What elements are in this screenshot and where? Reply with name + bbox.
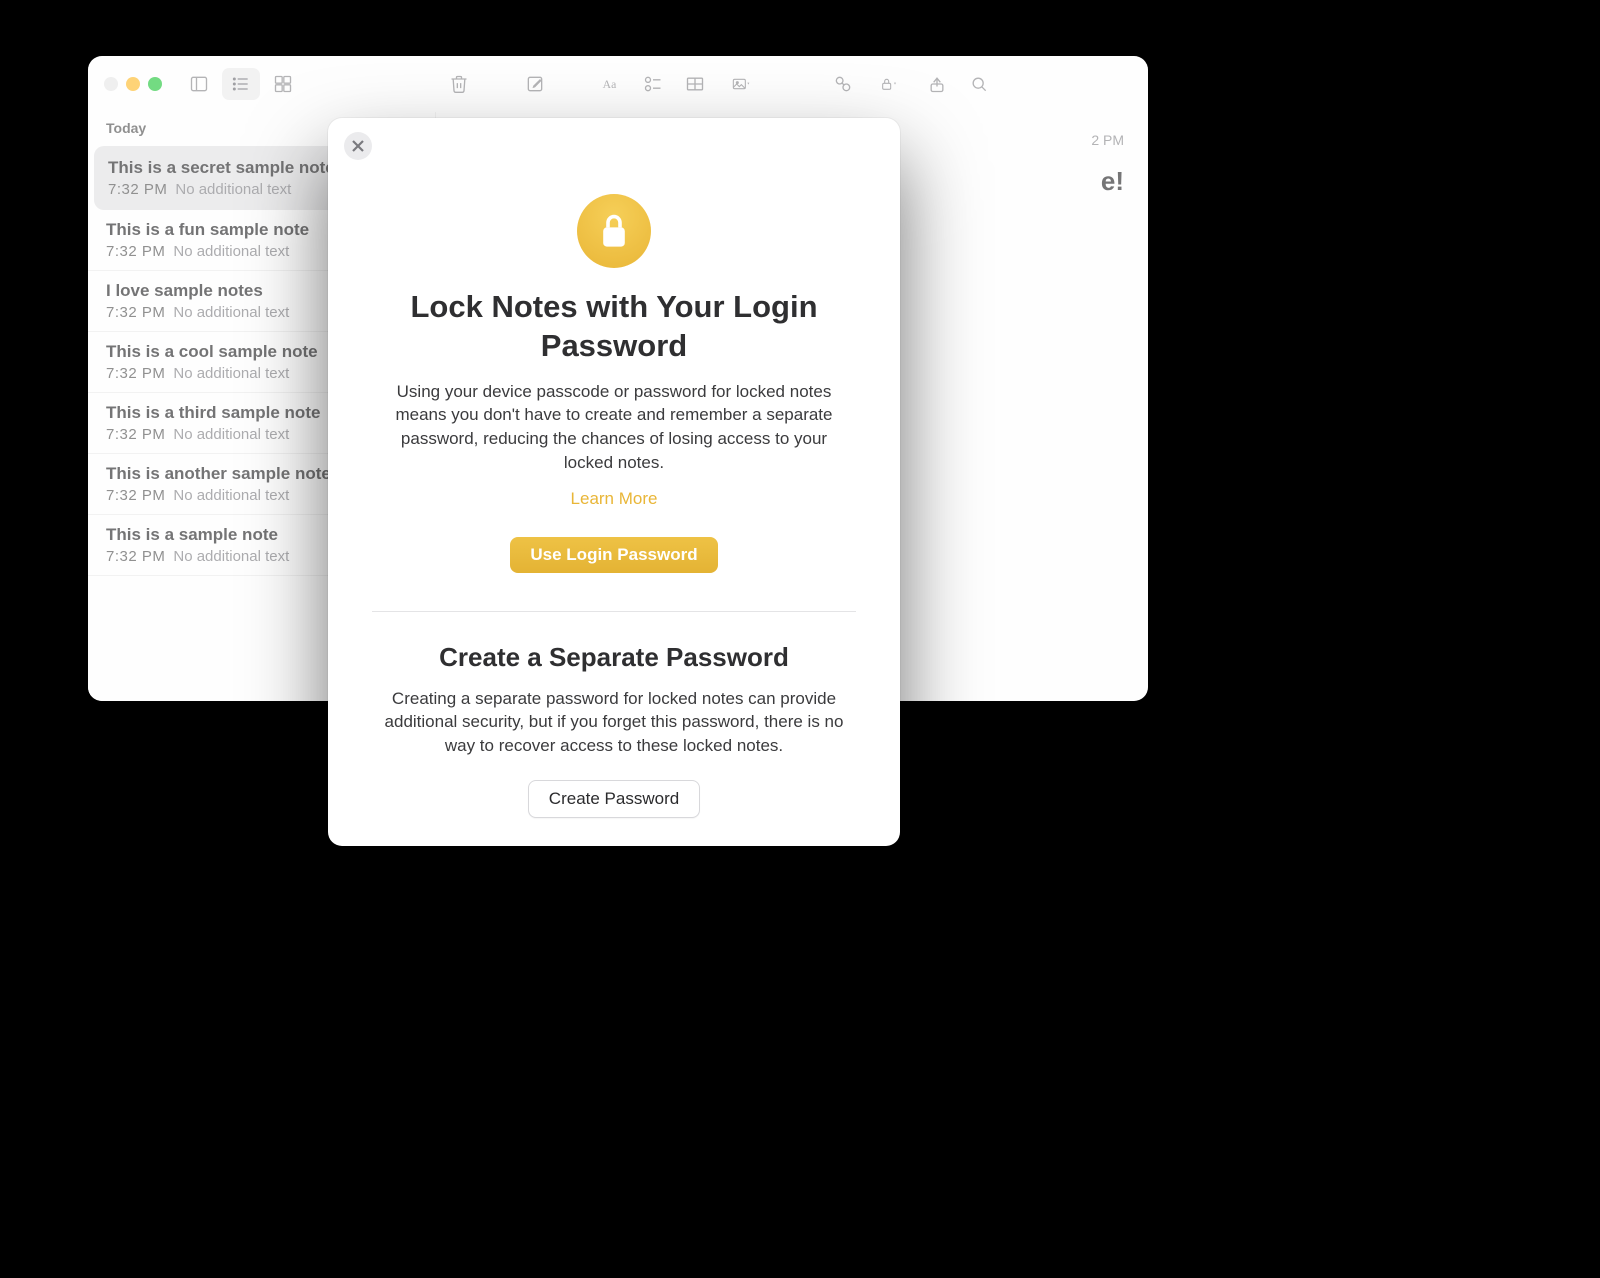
use-login-password-button[interactable]: Use Login Password — [510, 537, 717, 573]
note-item-time: 7:32 PM — [108, 181, 167, 198]
note-item-meta: 7:32 PM No additional text — [106, 487, 336, 504]
search-button[interactable] — [960, 68, 998, 100]
note-item-preview: No additional text — [173, 365, 289, 382]
dialog-body-2: Creating a separate password for locked … — [328, 673, 900, 758]
note-item-time: 7:32 PM — [106, 365, 165, 382]
note-item-time: 7:32 PM — [106, 304, 165, 321]
gallery-view-button[interactable] — [264, 68, 302, 100]
window-minimize-button[interactable] — [126, 77, 140, 91]
dialog-heading: Lock Notes with Your Login Password — [328, 288, 900, 366]
close-button[interactable] — [344, 132, 372, 160]
note-item-preview: No additional text — [173, 548, 289, 565]
note-item-meta: 7:32 PM No additional text — [106, 304, 336, 321]
svg-text:Aa: Aa — [603, 78, 617, 91]
dialog-body: Using your device passcode or password f… — [328, 366, 900, 475]
learn-more-link[interactable]: Learn More — [328, 489, 900, 509]
toolbar: Aa — [88, 56, 1148, 112]
window-zoom-button[interactable] — [148, 77, 162, 91]
new-note-button[interactable] — [516, 68, 554, 100]
note-item-title: This is a secret sample note — [108, 158, 338, 178]
note-item-meta: 7:32 PM No additional text — [106, 365, 336, 382]
note-item-preview: No additional text — [173, 426, 289, 443]
toggle-sidebar-button[interactable] — [180, 68, 218, 100]
note-item-title: This is a sample note — [106, 525, 336, 545]
note-item-title: I love sample notes — [106, 281, 336, 301]
link-note-button[interactable] — [824, 68, 862, 100]
note-item-preview: No additional text — [175, 181, 291, 198]
note-item-meta: 7:32 PM No additional text — [106, 243, 336, 260]
share-button[interactable] — [918, 68, 956, 100]
window-close-button[interactable] — [104, 77, 118, 91]
note-item-title: This is another sample note — [106, 464, 336, 484]
table-button[interactable] — [676, 68, 714, 100]
note-item-time: 7:32 PM — [106, 426, 165, 443]
media-button[interactable] — [718, 68, 766, 100]
note-item-title: This is a third sample note — [106, 403, 336, 423]
note-item-title: This is a cool sample note — [106, 342, 336, 362]
note-item-meta: 7:32 PM No additional text — [106, 548, 336, 565]
note-item-meta: 7:32 PM No additional text — [108, 181, 338, 198]
list-view-button[interactable] — [222, 68, 260, 100]
note-item-preview: No additional text — [173, 487, 289, 504]
note-item-preview: No additional text — [173, 243, 289, 260]
note-item-preview: No additional text — [173, 304, 289, 321]
divider — [372, 611, 856, 612]
lock-icon — [577, 194, 651, 268]
create-password-button[interactable]: Create Password — [528, 780, 700, 818]
checklist-button[interactable] — [634, 68, 672, 100]
dialog-subheading: Create a Separate Password — [328, 642, 900, 673]
window-controls — [100, 77, 162, 91]
note-item-time: 7:32 PM — [106, 487, 165, 504]
note-item-time: 7:32 PM — [106, 548, 165, 565]
format-button[interactable]: Aa — [592, 68, 630, 100]
lock-notes-dialog: Lock Notes with Your Login Password Usin… — [328, 118, 900, 846]
note-item-time: 7:32 PM — [106, 243, 165, 260]
note-item-meta: 7:32 PM No additional text — [106, 426, 336, 443]
delete-button[interactable] — [440, 68, 478, 100]
note-item-title: This is a fun sample note — [106, 220, 336, 240]
lock-button[interactable] — [866, 68, 914, 100]
